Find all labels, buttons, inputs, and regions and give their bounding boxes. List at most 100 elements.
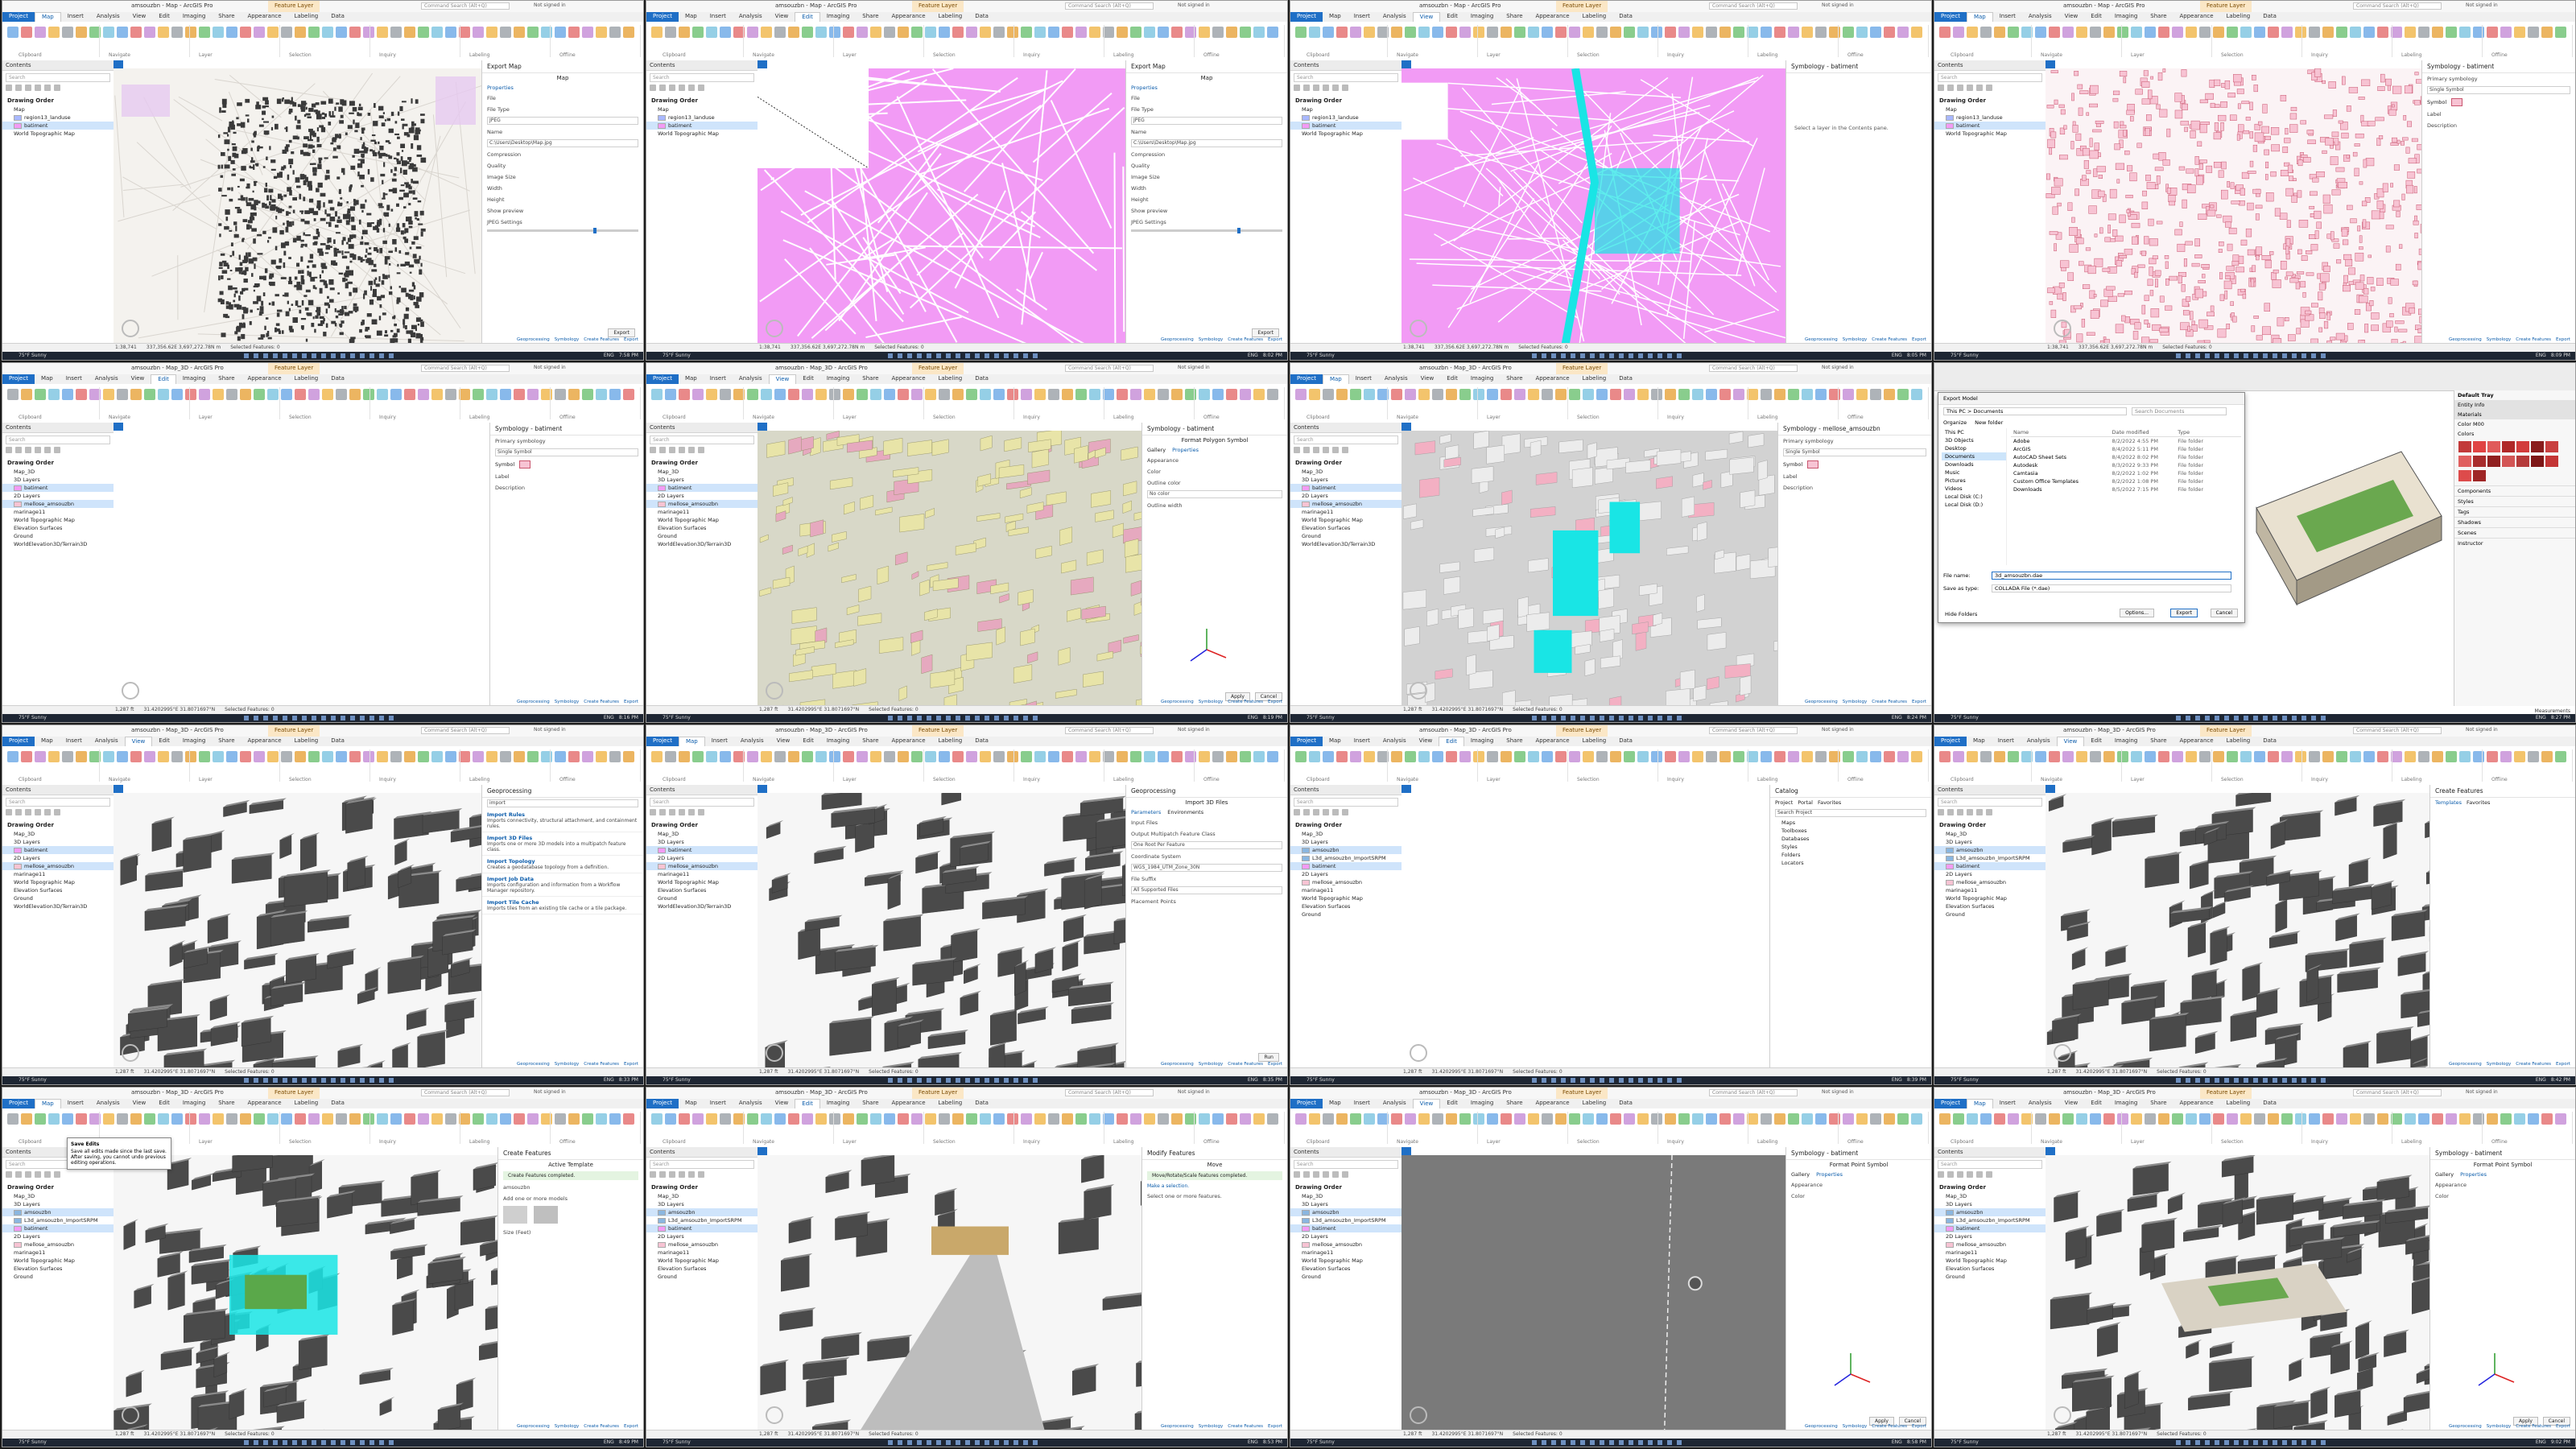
contents-tool-icon[interactable] bbox=[679, 447, 685, 453]
ribbon-tool-icon[interactable] bbox=[76, 751, 87, 762]
ribbon-tool-icon[interactable] bbox=[815, 389, 827, 400]
ribbon-tool-icon[interactable] bbox=[1870, 27, 1881, 38]
ribbon-tool-icon[interactable] bbox=[1747, 751, 1758, 762]
measurements-box[interactable]: Measurements bbox=[2535, 708, 2570, 714]
ribbon-tool-icon[interactable] bbox=[473, 751, 484, 762]
ribbon-tool-icon[interactable] bbox=[144, 751, 155, 762]
tab-insert[interactable]: Insert bbox=[1348, 737, 1377, 746]
tab-insert[interactable]: Insert bbox=[704, 12, 733, 22]
ribbon-tool-icon[interactable] bbox=[1473, 389, 1484, 400]
ribbon-tool-icon[interactable] bbox=[1870, 751, 1881, 762]
taskbar-app-icon[interactable] bbox=[898, 353, 902, 358]
ribbon-tool-icon[interactable] bbox=[980, 751, 991, 762]
taskbar-app-icon[interactable] bbox=[1619, 353, 1624, 358]
taskbar-app-icon[interactable] bbox=[312, 716, 316, 720]
color-swatch[interactable] bbox=[2545, 441, 2558, 452]
color-swatch[interactable] bbox=[2487, 441, 2500, 452]
taskbar-app-icon[interactable] bbox=[1551, 1078, 1556, 1083]
layer-item[interactable]: batiment bbox=[646, 484, 758, 492]
ribbon-tool-icon[interactable] bbox=[322, 751, 333, 762]
contents-tool-icon[interactable] bbox=[650, 809, 656, 815]
ribbon-tool-icon[interactable] bbox=[1309, 389, 1320, 400]
layer-item[interactable]: marinage11 bbox=[1290, 886, 1402, 894]
ribbon-tool-icon[interactable] bbox=[843, 1113, 854, 1125]
taskbar-app-icon[interactable] bbox=[244, 353, 249, 358]
ribbon-tool-icon[interactable] bbox=[1075, 389, 1087, 400]
taskbar-app-icon[interactable] bbox=[341, 1078, 345, 1083]
navigator-compass-icon[interactable] bbox=[122, 1044, 139, 1062]
ribbon-tool-icon[interactable] bbox=[1253, 751, 1265, 762]
ribbon-tool-icon[interactable] bbox=[267, 1113, 279, 1125]
ribbon-tool-icon[interactable] bbox=[117, 1113, 128, 1125]
ribbon-tool-icon[interactable] bbox=[609, 1113, 621, 1125]
file-row[interactable]: Autodesk 8/3/2022 9:33 PM File folder bbox=[2011, 461, 2241, 469]
cancel-button[interactable]: Cancel bbox=[2210, 609, 2238, 617]
ribbon-tool-icon[interactable] bbox=[2227, 27, 2238, 38]
layer-item[interactable]: batiment bbox=[1290, 862, 1402, 870]
ribbon-tool-icon[interactable] bbox=[158, 389, 169, 400]
contents-tool-icon[interactable] bbox=[35, 1171, 41, 1178]
contextual-tab-feature-layer[interactable]: Feature Layer bbox=[268, 725, 320, 737]
taskbar-app-icon[interactable] bbox=[994, 1078, 999, 1083]
tab-appearance[interactable]: Appearance bbox=[1530, 737, 1576, 746]
ribbon-tool-icon[interactable] bbox=[1062, 751, 1073, 762]
map-canvas[interactable] bbox=[758, 1155, 1142, 1430]
taskbar-app-icon[interactable] bbox=[994, 716, 999, 720]
tab-analysis[interactable]: Analysis bbox=[89, 737, 125, 746]
contents-tool-icon[interactable] bbox=[679, 85, 685, 91]
ribbon-tool-icon[interactable] bbox=[527, 751, 539, 762]
ribbon-tool-icon[interactable] bbox=[761, 751, 772, 762]
taskbar-app-icon[interactable] bbox=[985, 716, 989, 720]
layer-item[interactable]: mellose_amsouzbn bbox=[2, 862, 114, 870]
color-swatch[interactable] bbox=[2487, 456, 2500, 467]
tab-appearance[interactable]: Appearance bbox=[886, 737, 932, 746]
layer-item[interactable]: region13_landuse bbox=[1934, 114, 2046, 122]
ribbon-tool-icon[interactable] bbox=[21, 27, 32, 38]
ribbon-tool-icon[interactable] bbox=[7, 751, 19, 762]
command-search-input[interactable]: Command Search (Alt+Q) bbox=[1065, 1089, 1154, 1096]
ribbon-tool-icon[interactable] bbox=[281, 751, 292, 762]
ribbon-tool-icon[interactable] bbox=[7, 1113, 19, 1125]
tab-imaging[interactable]: Imaging bbox=[2108, 12, 2144, 22]
ribbon-tool-icon[interactable] bbox=[2254, 751, 2265, 762]
ribbon-tool-icon[interactable] bbox=[774, 27, 786, 38]
ribbon-tool-icon[interactable] bbox=[1459, 751, 1471, 762]
taskbar-app-icon[interactable] bbox=[2282, 353, 2287, 358]
ribbon-tool-icon[interactable] bbox=[322, 27, 333, 38]
contents-tool-icon[interactable] bbox=[44, 809, 51, 815]
ribbon-tool-icon[interactable] bbox=[1487, 389, 1498, 400]
symbol-row[interactable]: Symbol bbox=[1778, 458, 1931, 471]
contents-tool-icon[interactable] bbox=[15, 447, 22, 453]
taskbar-app-icon[interactable] bbox=[1580, 716, 1585, 720]
ribbon-tool-icon[interactable] bbox=[1075, 27, 1087, 38]
ribbon-tool-icon[interactable] bbox=[679, 751, 690, 762]
sign-in-status[interactable]: Not signed in bbox=[534, 727, 566, 733]
ribbon-tool-icon[interactable] bbox=[829, 27, 840, 38]
ribbon-tool-icon[interactable] bbox=[1007, 751, 1018, 762]
layer-item[interactable]: WorldElevation3D/Terrain3D bbox=[646, 902, 758, 910]
sign-in-status[interactable]: Not signed in bbox=[1178, 2, 1210, 8]
ribbon-tool-icon[interactable] bbox=[2103, 751, 2115, 762]
ribbon-tool-icon[interactable] bbox=[1596, 751, 1608, 762]
ribbon-tool-icon[interactable] bbox=[390, 389, 402, 400]
ribbon-tool-icon[interactable] bbox=[336, 389, 347, 400]
ribbon-tool-icon[interactable] bbox=[2035, 27, 2046, 38]
contents-tool-icon[interactable] bbox=[698, 85, 704, 91]
ribbon-tool-icon[interactable] bbox=[254, 1113, 265, 1125]
ribbon-tool-icon[interactable] bbox=[1117, 27, 1128, 38]
taskbar-app-icon[interactable] bbox=[2321, 716, 2326, 720]
contents-tool-icon[interactable] bbox=[1342, 809, 1348, 815]
ribbon-tool-icon[interactable] bbox=[2541, 751, 2553, 762]
ribbon-tool-icon[interactable] bbox=[103, 751, 114, 762]
symbol-row[interactable]: Symbol bbox=[490, 458, 643, 471]
tab-labeling[interactable]: Labeling bbox=[1576, 737, 1613, 746]
contents-tool-icon[interactable] bbox=[44, 85, 51, 91]
taskbar-app-icon[interactable] bbox=[2244, 353, 2248, 358]
ribbon-tool-icon[interactable] bbox=[254, 751, 265, 762]
ribbon-tool-icon[interactable] bbox=[2336, 27, 2347, 38]
ribbon-tool-icon[interactable] bbox=[952, 1113, 964, 1125]
layer-item[interactable]: World Topographic Map bbox=[646, 1257, 758, 1265]
tab-project[interactable]: Project bbox=[2, 12, 35, 22]
tab-edit[interactable]: Edit bbox=[796, 737, 820, 746]
tab-imaging[interactable]: Imaging bbox=[820, 1099, 856, 1108]
